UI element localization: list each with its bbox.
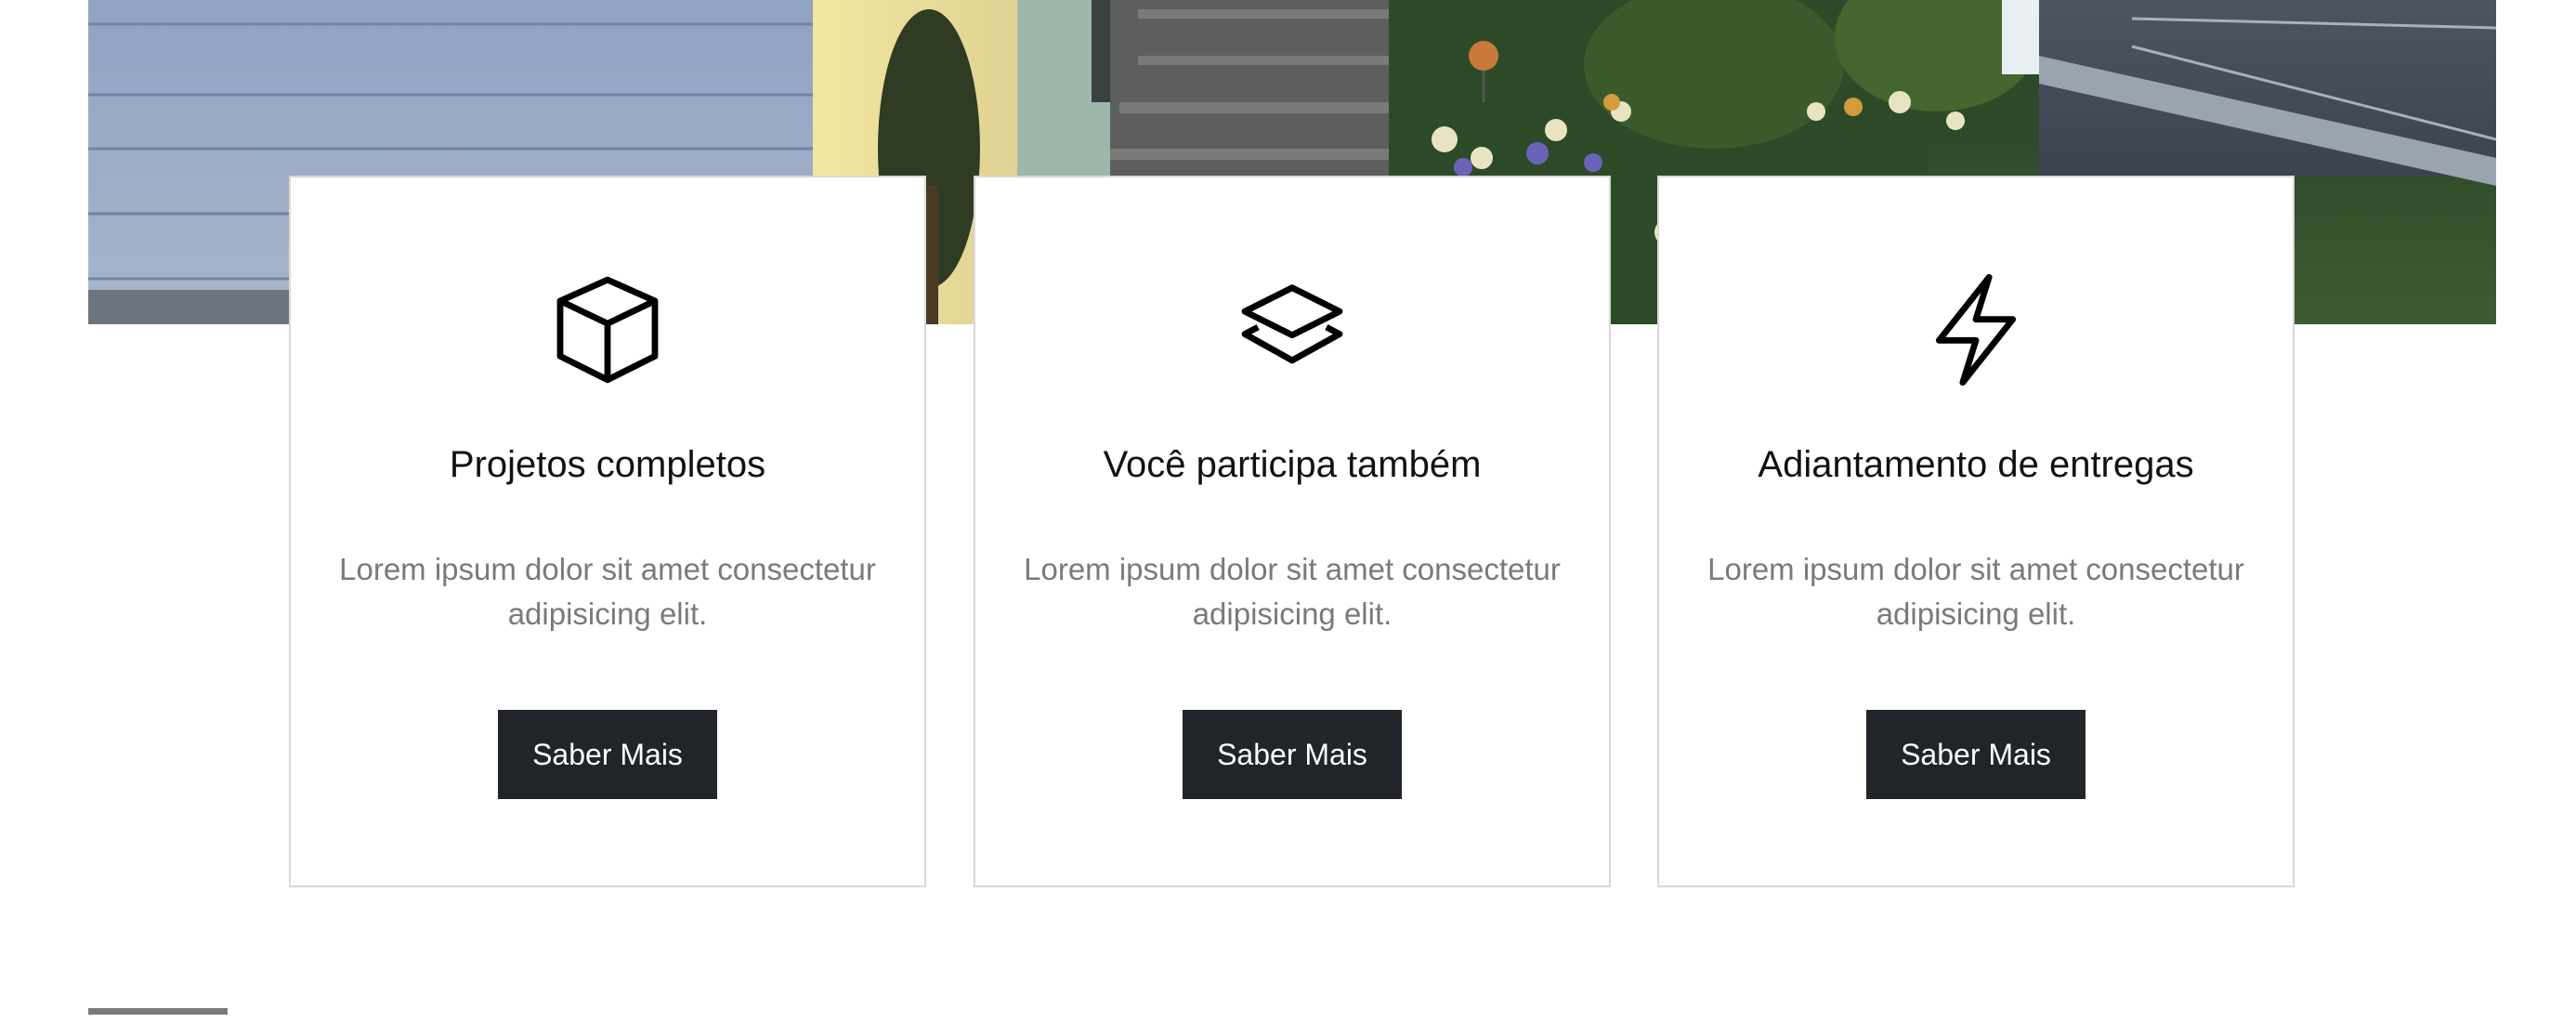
card-description: Lorem ipsum dolor sit amet consectetur a… [1024,552,1561,631]
card-description: Lorem ipsum dolor sit amet consectetur a… [1707,552,2244,631]
card-title: Você participa também [1103,444,1482,485]
feature-card-adiantamento: Adiantamento de entregas Lorem ipsum dol… [1657,176,2295,887]
feature-cards: Projetos completos Lorem ipsum dolor sit… [289,176,2295,889]
card-title: Projetos completos [449,444,766,485]
card-title: Adiantamento de entregas [1758,444,2194,485]
saber-mais-button[interactable]: Saber Mais [1183,710,1402,799]
feature-card-voce-participa: Você participa também Lorem ipsum dolor … [974,176,1611,887]
saber-mais-button[interactable]: Saber Mais [498,710,717,799]
layers-icon [1229,267,1355,393]
saber-mais-button[interactable]: Saber Mais [1866,710,2086,799]
card-description: Lorem ipsum dolor sit amet consectetur a… [339,552,876,631]
box-icon [544,267,671,393]
section-divider [88,1008,228,1015]
lightning-icon [1913,267,2039,393]
feature-card-projetos-completos: Projetos completos Lorem ipsum dolor sit… [289,176,926,887]
